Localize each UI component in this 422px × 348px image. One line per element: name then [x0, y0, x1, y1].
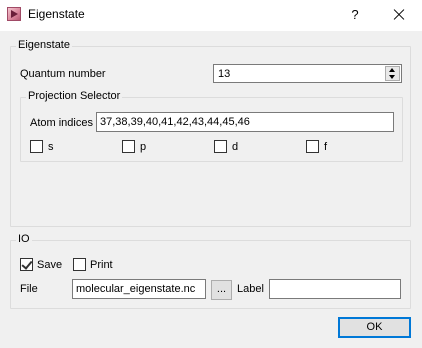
orbital-s-label: s	[48, 141, 54, 153]
label-label: Label	[237, 283, 264, 295]
print-label: Print	[90, 259, 113, 271]
orbital-f-checkbox[interactable]	[306, 140, 319, 153]
atom-indices-label: Atom indices	[30, 117, 93, 129]
quantum-number-spinbox[interactable]: 13	[213, 64, 402, 83]
orbital-d-label: d	[232, 141, 239, 153]
spin-down-icon[interactable]	[386, 74, 399, 80]
ok-button[interactable]: OK	[338, 317, 411, 338]
io-group-title: IO	[16, 233, 32, 245]
file-input-value: molecular_eigenstate.nc	[76, 283, 196, 295]
orbital-p-label: p	[140, 141, 147, 153]
eigenstate-group-title: Eigenstate	[16, 39, 72, 51]
app-icon	[7, 7, 21, 21]
label-input[interactable]	[269, 279, 401, 299]
orbital-f-label: f	[324, 141, 328, 153]
help-button[interactable]: ?	[343, 4, 367, 26]
save-label: Save	[37, 259, 63, 271]
orbital-p-checkbox[interactable]	[122, 140, 135, 153]
window-title: Eigenstate	[28, 7, 85, 21]
print-checkbox[interactable]	[73, 258, 86, 271]
title-bar: Eigenstate ?	[0, 0, 422, 31]
file-label: File	[20, 283, 38, 295]
close-icon[interactable]	[387, 4, 411, 26]
browse-button[interactable]: ...	[211, 280, 232, 300]
dialog-body: Eigenstate Quantum number 13 Projection …	[0, 31, 422, 348]
orbital-d-checkbox[interactable]	[214, 140, 227, 153]
quantum-number-label: Quantum number	[20, 68, 106, 80]
spin-buttons	[385, 66, 400, 81]
spin-up-icon[interactable]	[386, 67, 399, 73]
save-checkbox[interactable]	[20, 258, 33, 271]
atom-indices-input[interactable]: 37,38,39,40,41,42,43,44,45,46	[96, 112, 394, 132]
orbital-s-checkbox[interactable]	[30, 140, 43, 153]
file-input[interactable]: molecular_eigenstate.nc	[72, 279, 206, 299]
quantum-number-value: 13	[218, 68, 231, 80]
projection-selector-title: Projection Selector	[26, 90, 123, 102]
